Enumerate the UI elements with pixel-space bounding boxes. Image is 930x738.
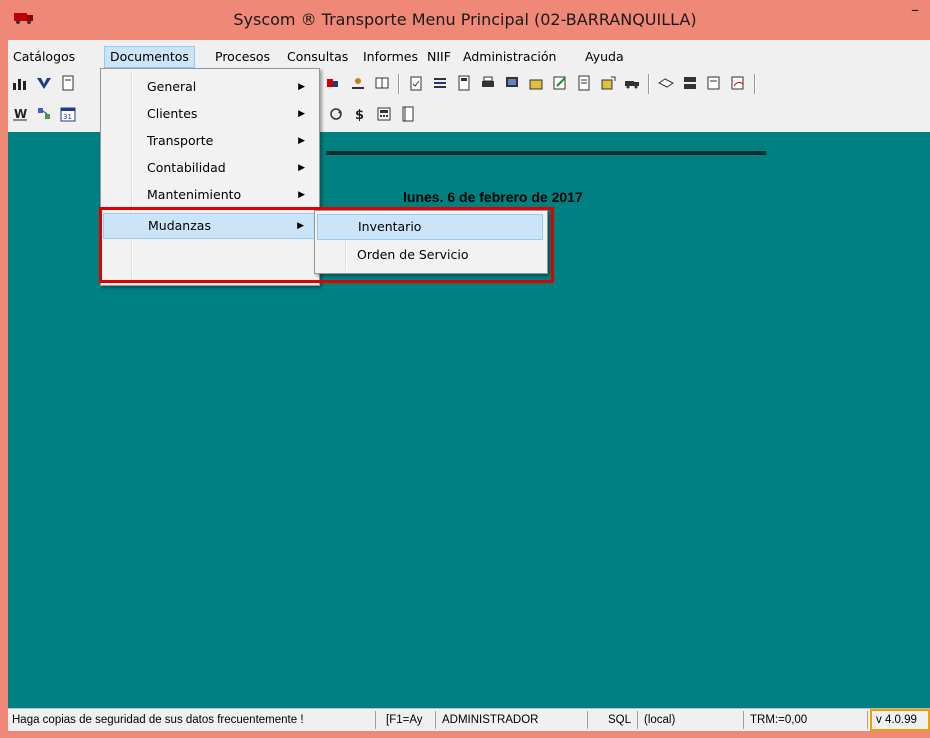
menu-item-contabilidad[interactable]: Contabilidad ▶: [103, 156, 315, 182]
svg-text:W: W: [14, 107, 27, 121]
report-icon[interactable]: [574, 74, 594, 94]
export-icon[interactable]: [598, 74, 618, 94]
calendar-icon[interactable]: 31: [58, 105, 78, 125]
transfer-icon[interactable]: [323, 74, 343, 94]
menu-catalogos[interactable]: Catálogos: [8, 46, 80, 68]
menu-item-label: Transporte: [147, 133, 214, 148]
menu-consultas[interactable]: Consultas: [282, 46, 353, 68]
dollar-icon[interactable]: $: [350, 105, 370, 125]
submenu-arrow-icon: ▶: [298, 163, 305, 173]
submenu-arrow-icon: ▶: [298, 136, 305, 146]
submenu-arrow-icon: ▶: [297, 221, 304, 231]
menu-item-label: Inventario: [358, 219, 422, 234]
folder-pen-icon[interactable]: [526, 74, 546, 94]
toolbar-separator: [398, 74, 400, 94]
menu-item-label: Mudanzas: [148, 218, 211, 233]
mudanzas-submenu: Inventario Orden de Servicio: [314, 210, 548, 274]
menu-item-label: Orden de Servicio: [357, 247, 469, 262]
network-icon[interactable]: [34, 105, 54, 125]
current-date: lunes. 6 de febrero de 2017: [403, 189, 583, 205]
truck-small-icon[interactable]: [622, 74, 642, 94]
status-message: Haga copias de seguridad de sus datos fr…: [8, 711, 376, 729]
status-trm: TRM:=0,00: [746, 711, 868, 729]
menu-item-general[interactable]: General ▶: [103, 75, 315, 101]
menu-procesos[interactable]: Procesos: [210, 46, 275, 68]
status-version: v 4.0.99: [870, 709, 930, 731]
svg-text:31: 31: [63, 113, 72, 121]
server-icon[interactable]: [680, 74, 700, 94]
notepad-icon[interactable]: [704, 74, 724, 94]
monitor-icon[interactable]: [502, 74, 522, 94]
calculator-small-icon[interactable]: [374, 105, 394, 125]
book-icon[interactable]: [372, 74, 392, 94]
menu-item-label: Mantenimiento: [147, 187, 242, 202]
sign-document-icon[interactable]: [728, 74, 748, 94]
menu-item-label: Clientes: [147, 106, 198, 121]
minimize-button[interactable]: –: [906, 2, 924, 22]
edit-form-icon[interactable]: [550, 74, 570, 94]
status-user: ADMINISTRADOR: [438, 711, 588, 729]
user-sign-icon[interactable]: [348, 74, 368, 94]
company-banner: [326, 150, 766, 160]
status-bar: Haga copias de seguridad de sus datos fr…: [8, 708, 930, 731]
menu-niif[interactable]: NIIF: [422, 46, 456, 68]
menu-ayuda[interactable]: Ayuda: [580, 46, 629, 68]
calculator-icon[interactable]: [454, 74, 474, 94]
check-icon[interactable]: [34, 74, 54, 94]
toolbar-separator: [648, 74, 650, 94]
menu-item-orden-de-servicio[interactable]: Orden de Servicio: [317, 243, 543, 269]
menu-item-transporte[interactable]: Transporte ▶: [103, 129, 315, 155]
menu-administracion[interactable]: Administración: [458, 46, 561, 68]
status-db: SQL: [604, 711, 638, 729]
printer-icon[interactable]: [478, 74, 498, 94]
refresh-icon[interactable]: [326, 105, 346, 125]
svg-text:$: $: [355, 108, 364, 123]
menu-item-clientes[interactable]: Clientes ▶: [103, 102, 315, 128]
list-icon[interactable]: [430, 74, 450, 94]
status-server: (local): [640, 711, 744, 729]
chart-icon[interactable]: [10, 74, 30, 94]
submenu-arrow-icon: ▶: [298, 109, 305, 119]
documentos-menu: General ▶ Clientes ▶ Transporte ▶ Contab…: [100, 68, 320, 286]
app-window: Syscom ® Transporte Menu Principal (02-B…: [0, 0, 930, 738]
menu-informes[interactable]: Informes: [358, 46, 423, 68]
toolbar-separator: [754, 74, 756, 94]
submenu-arrow-icon: ▶: [298, 82, 305, 92]
document-icon[interactable]: [58, 74, 78, 94]
clipboard-check-icon[interactable]: [406, 74, 426, 94]
word-icon[interactable]: W: [10, 105, 30, 125]
menu-item-label: General: [147, 79, 197, 94]
menu-documentos[interactable]: Documentos: [104, 46, 195, 68]
menu-item-mudanzas[interactable]: Mudanzas ▶: [103, 213, 315, 239]
menu-item-mantenimiento[interactable]: Mantenimiento ▶: [103, 183, 315, 209]
window-title: Syscom ® Transporte Menu Principal (02-B…: [233, 10, 697, 29]
handshake-icon[interactable]: [656, 74, 676, 94]
status-help: [F1=Ay: [382, 711, 436, 729]
title-bar: Syscom ® Transporte Menu Principal (02-B…: [0, 0, 930, 40]
menu-item-label: Contabilidad: [147, 160, 226, 175]
menu-item-inventario[interactable]: Inventario: [317, 214, 543, 240]
menu-bar: Catálogos Documentos Procesos Consultas …: [8, 46, 930, 68]
submenu-arrow-icon: ▶: [298, 190, 305, 200]
page-icon[interactable]: [398, 105, 418, 125]
